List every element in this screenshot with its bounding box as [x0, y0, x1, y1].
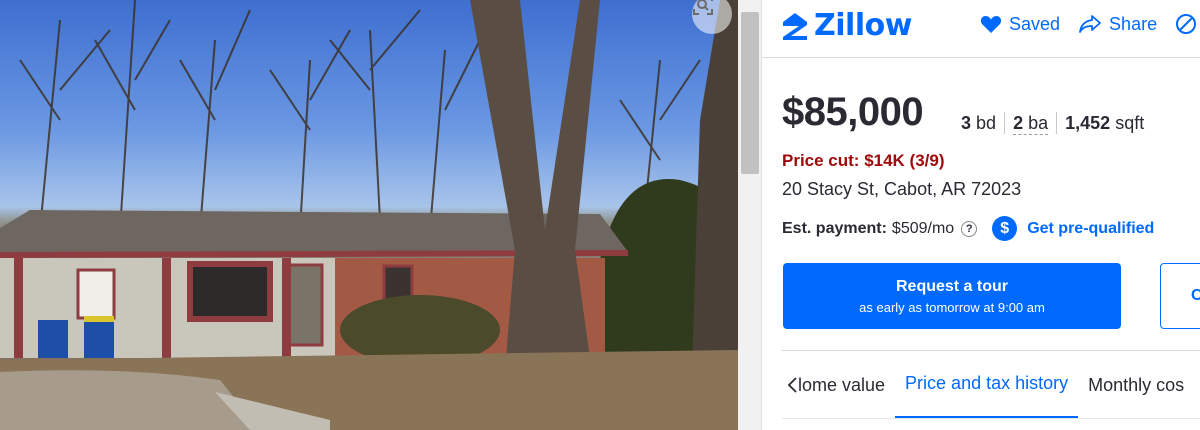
- sqft-unit: sqft: [1115, 112, 1145, 133]
- listing-page: Zillow Saved Share $85,000 3 bd 2 ba 1,4…: [0, 0, 1200, 430]
- est-payment-label: Est. payment:: [782, 219, 887, 237]
- scrollbar-thumb[interactable]: [741, 12, 759, 174]
- hide-button[interactable]: [1175, 13, 1197, 35]
- est-payment-value: $509/mo: [891, 219, 955, 237]
- sqft-value: 1,452: [1065, 112, 1111, 133]
- tab-price-tax-history[interactable]: Price and tax history: [895, 351, 1079, 419]
- listing-price: $85,000: [782, 90, 924, 134]
- zillow-house-icon: [783, 12, 807, 40]
- home-facts: 3 bd 2 ba 1,452 sqft: [961, 112, 1152, 135]
- saved-button[interactable]: Saved: [980, 14, 1060, 35]
- baths-fact[interactable]: 2 ba: [1005, 112, 1056, 135]
- share-label: Share: [1109, 13, 1158, 34]
- hide-icon: [1176, 14, 1197, 34]
- listing-photo[interactable]: [0, 0, 738, 430]
- estimated-payment-row: Est. payment: $509/mo ? $ Get pre-qualif…: [782, 216, 1154, 241]
- chevron-left-icon[interactable]: [786, 376, 798, 394]
- sqft-fact: 1,452 sqft: [1057, 113, 1152, 134]
- tab-monthly-cost[interactable]: Monthly cos: [1078, 351, 1194, 419]
- beds-unit: bd: [976, 112, 997, 133]
- listing-address: 20 Stacy St, Cabot, AR 72023: [782, 179, 1022, 199]
- help-icon[interactable]: ?: [961, 220, 978, 237]
- share-button[interactable]: Share: [1078, 14, 1157, 35]
- header-actions: Saved Share: [980, 13, 1200, 35]
- tab-home-value[interactable]: lome value: [782, 351, 895, 419]
- baths-unit: ba: [1028, 112, 1049, 133]
- share-icon: [1079, 15, 1101, 33]
- zoom-scan-icon: [693, 0, 713, 15]
- request-tour-button[interactable]: Request a tour as early as tomorrow at 9…: [783, 263, 1121, 329]
- house-photo-illustration: [0, 0, 738, 430]
- zillow-logo[interactable]: Zillow: [780, 8, 912, 43]
- get-prequalified-link[interactable]: Get pre-qualified: [1027, 220, 1154, 238]
- dollar-icon: $: [992, 216, 1018, 241]
- tab-price-tax-history-label: Price and tax history: [905, 373, 1069, 393]
- request-tour-title: Request a tour: [895, 278, 1008, 295]
- photo-scrollbar[interactable]: [738, 0, 762, 430]
- baths-value: 2: [1013, 112, 1024, 133]
- tab-home-value-label: lome value: [798, 374, 886, 395]
- detail-tabs: lome value Price and tax history Monthly…: [782, 351, 1194, 419]
- contact-agent-button[interactable]: C: [1160, 263, 1200, 329]
- heart-icon: [980, 16, 1002, 33]
- request-tour-subtitle: as early as tomorrow at 9:00 am: [859, 300, 1045, 315]
- tab-monthly-cost-label: Monthly cos: [1088, 374, 1185, 395]
- brand-name: Zillow: [814, 8, 912, 43]
- beds-fact: 3 bd: [961, 113, 1004, 134]
- listing-details-panel: Zillow Saved Share $85,000 3 bd 2 ba 1,4…: [762, 0, 1200, 430]
- saved-label: Saved: [1009, 13, 1061, 34]
- beds-value: 3: [961, 112, 972, 133]
- price-cut-notice: Price cut: $14K (3/9): [782, 151, 945, 170]
- header-bar: Zillow Saved Share: [762, 0, 1200, 58]
- tabs-baseline: [782, 418, 1200, 419]
- contact-button-label: C: [1191, 287, 1200, 304]
